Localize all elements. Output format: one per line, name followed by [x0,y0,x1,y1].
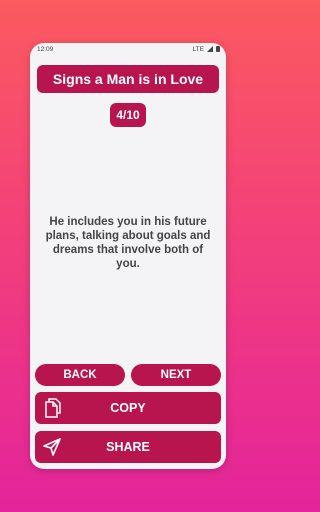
phone-screen: 12:09 LTE Signs a Man is in Love 4/10 He… [30,43,226,469]
love-sign-text: He includes you in his future plans, tal… [45,216,211,270]
page-title: Signs a Man is in Love [37,65,219,93]
share-label: SHARE [106,440,150,454]
status-time: 12:09 [37,45,54,53]
back-button[interactable]: BACK [35,364,125,386]
copy-icon [41,397,63,419]
send-icon [41,436,63,458]
battery-icon [216,46,220,52]
copy-button[interactable]: COPY [35,392,221,424]
progress-counter: 4/10 [110,103,146,127]
status-bar: 12:09 LTE [30,43,226,55]
signal-icon [207,46,213,52]
copy-label: COPY [110,401,146,415]
share-button[interactable]: SHARE [35,431,221,463]
next-button[interactable]: NEXT [131,364,221,386]
network-label: LTE [192,45,204,53]
